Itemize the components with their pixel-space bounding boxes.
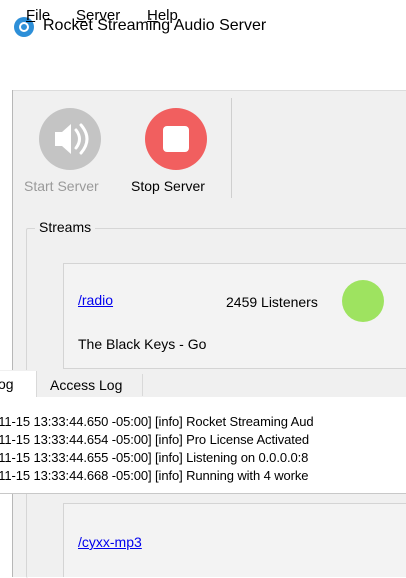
stream-mount-link[interactable]: /radio [78,292,113,308]
log-line: -11-15 13:33:44.668 -05:00] [info] Runni… [0,468,309,483]
menu-file[interactable]: File [26,6,50,26]
streams-group-title: Streams [35,218,96,236]
stream-mount-link[interactable]: /cyxx-mp3 [78,534,142,550]
menu-help[interactable]: Help [147,6,178,26]
log-line: -11-15 13:33:44.650 -05:00] [info] Rocke… [0,414,314,429]
menu-server-label: erver [86,7,121,24]
menu-bar [12,60,406,90]
tab-log-label: og [0,376,14,392]
start-server-label: Start Server [24,178,99,194]
stop-server-label: Stop Server [131,178,205,194]
menu-server[interactable]: Server [76,6,120,26]
stream-status-indicator [342,280,384,322]
log-output[interactable]: -11-15 13:33:44.650 -05:00] [info] Rocke… [0,397,406,494]
speaker-broadcast-icon [39,108,101,170]
log-line: -11-15 13:33:44.655 -05:00] [info] Liste… [0,450,309,465]
toolbar-separator [231,98,232,198]
stop-icon [163,126,189,152]
tab-access-log-label: Access Log [50,377,123,393]
tab-log[interactable]: og [0,371,37,397]
now-playing: The Black Keys - Go [78,336,207,352]
menu-help-mnemonic: H [147,7,158,24]
log-line: -11-15 13:33:44.654 -05:00] [info] Pro L… [0,432,310,447]
menu-file-mnemonic: F [26,7,36,24]
menu-file-label: ile [35,7,51,24]
listener-count: 2459 Listeners [226,294,318,310]
menu-server-mnemonic: S [76,7,87,24]
tab-access-log[interactable]: Access Log [37,374,143,396]
menu-help-label: elp [157,7,178,24]
